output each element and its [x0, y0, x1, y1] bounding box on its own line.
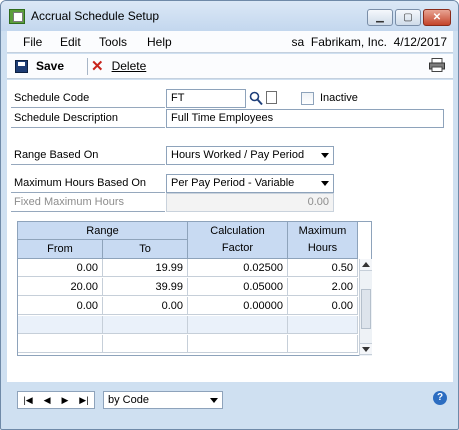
toolbar: Save ✕ Delete [7, 54, 453, 79]
range-based-on-dropdown[interactable]: Hours Worked / Pay Period [166, 146, 334, 165]
first-record-icon[interactable]: |◀ [23, 395, 32, 406]
footer-bar: |◀ ◀ ▶ ▶| by Code ? [7, 383, 453, 423]
max-hours-based-on-value: Per Pay Period - Variable [171, 177, 295, 189]
max-hours-based-on-dropdown[interactable]: Per Pay Period - Variable [166, 174, 334, 193]
save-button[interactable]: Save [15, 59, 64, 73]
header-maximum-hours: Maximum Hours [288, 222, 358, 259]
record-navigation: |◀ ◀ ▶ ▶| [17, 391, 95, 409]
help-icon[interactable]: ? [433, 391, 447, 405]
hours-cell[interactable]: 2.00 [288, 278, 358, 296]
user-name: sa [291, 35, 305, 49]
to-cell[interactable]: 0.00 [103, 297, 188, 315]
header-hours: Hours [307, 242, 338, 254]
schedule-description-field[interactable]: Full Time Employees [166, 109, 444, 128]
fixed-max-hours-label: Fixed Maximum Hours [11, 193, 165, 212]
user-company-date: sa Fabrikam, Inc. 4/12/2017 [292, 35, 447, 49]
chevron-down-icon [321, 181, 329, 186]
to-cell[interactable] [103, 335, 188, 353]
next-record-icon[interactable]: ▶ [61, 395, 68, 406]
scroll-up-button[interactable] [360, 259, 372, 271]
delete-label: Delete [111, 59, 147, 73]
menu-help[interactable]: Help [147, 35, 172, 49]
close-button[interactable]: ✕ [423, 9, 451, 26]
save-icon [15, 59, 28, 73]
hours-cell[interactable] [288, 335, 358, 353]
factor-cell[interactable]: 0.00000 [188, 297, 288, 315]
accrual-schedule-window: Accrual Schedule Setup ▁ ▢ ✕ File Edit T… [0, 0, 459, 430]
fixed-max-hours-field: 0.00 [166, 193, 334, 212]
header-calculation: Calculation [210, 225, 265, 237]
chevron-down-icon [321, 153, 329, 158]
toolbar-divider [87, 58, 88, 75]
menu-edit[interactable]: Edit [60, 35, 81, 49]
schedule-code-label: Schedule Code [11, 89, 165, 108]
hours-cell[interactable]: 0.00 [288, 297, 358, 315]
factor-cell[interactable]: 0.05000 [188, 278, 288, 296]
from-cell[interactable] [18, 316, 103, 334]
company-name: Fabrikam, Inc. [310, 35, 387, 49]
inactive-label: Inactive [320, 92, 358, 104]
form-content: Schedule Code FT Inactive Schedule Descr… [7, 80, 453, 382]
header-calculation-factor: Calculation Factor [188, 222, 288, 259]
user-date: 4/12/2017 [393, 35, 447, 49]
to-cell[interactable] [103, 316, 188, 334]
to-cell[interactable]: 39.99 [103, 278, 188, 296]
lookup-icon[interactable] [249, 91, 263, 106]
max-hours-based-on-label: Maximum Hours Based On [11, 174, 165, 193]
inactive-checkbox[interactable] [301, 92, 314, 105]
sort-order-dropdown[interactable]: by Code [103, 391, 223, 409]
title-bar: Accrual Schedule Setup ▁ ▢ ✕ [1, 1, 458, 31]
from-cell[interactable]: 20.00 [18, 278, 103, 296]
grid-scrollbar[interactable] [359, 259, 372, 356]
save-label: Save [36, 59, 65, 73]
header-to: To [103, 240, 188, 259]
header-range: Range [18, 222, 188, 240]
factor-cell[interactable] [188, 316, 288, 334]
delete-button[interactable]: ✕ Delete [91, 57, 147, 75]
from-cell[interactable]: 0.00 [18, 297, 103, 315]
range-based-on-value: Hours Worked / Pay Period [171, 149, 305, 161]
print-icon[interactable] [429, 58, 445, 72]
from-cell[interactable]: 0.00 [18, 259, 103, 277]
window-title: Accrual Schedule Setup [31, 9, 160, 23]
factor-cell[interactable]: 0.02500 [188, 259, 288, 277]
schedule-description-label: Schedule Description [11, 109, 165, 128]
hours-cell[interactable]: 0.50 [288, 259, 358, 277]
from-cell[interactable] [18, 335, 103, 353]
scroll-thumb[interactable] [361, 289, 371, 329]
previous-record-icon[interactable]: ◀ [44, 395, 51, 406]
sort-order-value: by Code [108, 394, 149, 406]
last-record-icon[interactable]: ▶| [79, 395, 88, 406]
header-factor: Factor [221, 242, 254, 254]
scroll-down-button[interactable] [360, 343, 372, 355]
factor-cell[interactable] [188, 335, 288, 353]
maximize-button[interactable]: ▢ [395, 9, 421, 26]
app-icon [9, 9, 25, 24]
accrual-grid: Range Calculation Factor Maximum Hours F… [17, 221, 372, 356]
delete-icon: ✕ [91, 57, 104, 75]
menu-bar: File Edit Tools Help sa Fabrikam, Inc. 4… [7, 31, 453, 53]
to-cell[interactable]: 19.99 [103, 259, 188, 277]
schedule-code-field[interactable]: FT [166, 89, 246, 108]
chevron-down-icon [210, 398, 218, 403]
menu-file[interactable]: File [23, 35, 42, 49]
range-based-on-label: Range Based On [11, 146, 165, 165]
header-from: From [18, 240, 103, 259]
note-icon[interactable] [266, 91, 277, 104]
minimize-button[interactable]: ▁ [367, 9, 393, 26]
hours-cell[interactable] [288, 316, 358, 334]
menu-tools[interactable]: Tools [99, 35, 127, 49]
header-maximum: Maximum [298, 225, 347, 237]
